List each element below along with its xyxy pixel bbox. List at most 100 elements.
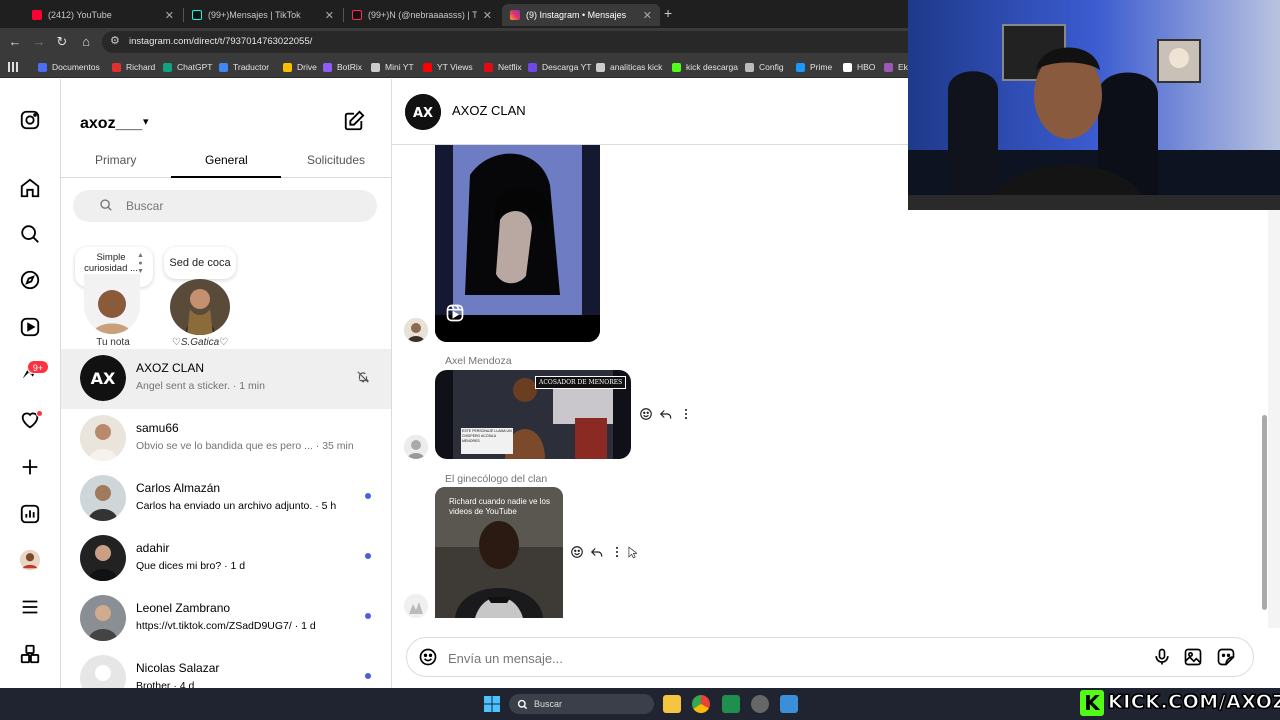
dashboard-icon[interactable] — [19, 503, 41, 525]
reels-icon — [446, 304, 464, 322]
thread-name: samu66 — [136, 421, 179, 435]
sender-avatar[interactable] — [404, 318, 428, 342]
thread-leonel-zambrano[interactable]: Leonel Zambrano https://vt.tiktok.com/ZS… — [61, 589, 391, 649]
thread-nicolas-salazar[interactable]: Nicolas Salazar Brother · 4 d — [61, 649, 391, 688]
more-options-icon[interactable] — [679, 407, 693, 421]
bookmark-item[interactable]: Netflix — [484, 60, 522, 74]
bookmark-item[interactable]: Descarga YT — [528, 60, 591, 74]
search-icon — [517, 699, 528, 710]
windows-start-icon[interactable] — [484, 696, 500, 712]
bookmark-item[interactable]: BotRix — [323, 60, 362, 74]
reels-icon[interactable] — [19, 316, 41, 338]
app-icon[interactable] — [780, 695, 798, 713]
search-icon[interactable] — [19, 223, 41, 245]
bookmark-label: Mini YT — [385, 62, 414, 72]
file-explorer-icon[interactable] — [663, 695, 681, 713]
note-bubble-gatica[interactable]: Sed de coca — [164, 247, 236, 279]
thread-name: adahir — [136, 541, 170, 555]
search-box[interactable] — [73, 190, 377, 222]
tab-general[interactable]: General — [205, 153, 248, 167]
search-input[interactable] — [126, 197, 346, 215]
chat-title[interactable]: AXOZ CLAN — [452, 103, 526, 118]
image-message[interactable]: ACOSADOR DE MENORES ESTE PERSONAJE LLAMA… — [435, 370, 631, 459]
apps-icon[interactable] — [8, 60, 18, 74]
thread-adahir[interactable]: adahir Que dices mi bro? · 1 d — [61, 529, 391, 589]
profile-avatar-icon[interactable] — [19, 549, 41, 571]
bookmark-item[interactable]: ChatGPT — [163, 60, 212, 74]
sender-avatar[interactable] — [404, 435, 428, 459]
home-icon[interactable]: ⌂ — [76, 32, 96, 52]
menu-icon[interactable] — [19, 596, 41, 618]
image-message[interactable]: Richard cuando nadie ve los videos de Yo… — [435, 487, 563, 618]
own-avatar[interactable] — [84, 274, 140, 334]
explore-icon[interactable] — [19, 269, 41, 291]
sender-name: El ginecólogo del clan — [445, 473, 548, 485]
new-tab-icon[interactable]: + — [664, 5, 672, 21]
back-icon[interactable]: ← — [5, 32, 25, 52]
close-icon[interactable]: ✕ — [165, 9, 174, 22]
reel-message[interactable] — [435, 145, 600, 342]
instagram-logo-icon[interactable] — [19, 109, 41, 131]
bookmark-favicon-icon — [112, 62, 121, 72]
create-icon[interactable] — [19, 456, 41, 478]
emoji-icon[interactable] — [418, 647, 438, 667]
chat-avatar[interactable]: AX — [405, 94, 441, 130]
sticker-icon[interactable] — [1216, 647, 1236, 667]
threads-apps-icon[interactable] — [19, 643, 41, 665]
chevron-down-icon[interactable]: ▾ — [143, 115, 149, 128]
bookmark-item[interactable]: kick descarga — [672, 60, 738, 74]
thread-carlos-almazan[interactable]: Carlos Almazán Carlos ha enviado un arch… — [61, 469, 391, 529]
gatica-avatar[interactable] — [170, 279, 230, 335]
home-icon[interactable] — [19, 177, 41, 199]
chrome-icon[interactable] — [692, 695, 710, 713]
tab-tiktok-profile[interactable]: (99+)N (@nebraaaasss) | TikTok ✕ — [344, 4, 500, 26]
more-options-icon[interactable] — [610, 545, 624, 559]
bookmark-item[interactable]: YT Views — [423, 60, 473, 74]
app-icon[interactable] — [751, 695, 769, 713]
url-text[interactable]: instagram.com/direct/t/7937014763022055/ — [129, 36, 312, 47]
bookmark-item[interactable]: HBO — [843, 60, 875, 74]
sender-avatar[interactable] — [404, 594, 428, 618]
react-emoji-icon[interactable] — [639, 407, 653, 421]
chat-scrollbar-thumb[interactable] — [1262, 415, 1267, 610]
reply-icon[interactable] — [659, 407, 673, 421]
bookmark-label: kick descarga — [686, 62, 738, 72]
tab-primary[interactable]: Primary — [95, 153, 136, 167]
microphone-icon[interactable] — [1152, 647, 1172, 667]
close-icon[interactable]: ✕ — [325, 9, 334, 22]
account-username[interactable]: axoz___ — [80, 115, 142, 133]
site-info-icon[interactable]: ⚙ — [110, 34, 120, 47]
tab-tiktok-messages[interactable]: (99+)Mensajes | TikTok ✕ — [184, 4, 342, 26]
message-input[interactable] — [448, 648, 1088, 668]
image-upload-icon[interactable] — [1183, 647, 1203, 667]
close-icon[interactable]: ✕ — [643, 9, 652, 22]
compose-icon[interactable] — [343, 110, 365, 132]
bookmark-item[interactable]: Config — [745, 60, 784, 74]
reply-icon[interactable] — [590, 545, 604, 559]
taskbar-search[interactable]: Buscar — [509, 694, 654, 714]
bookmark-label: ChatGPT — [177, 62, 213, 72]
chat-scrollbar[interactable] — [1268, 210, 1280, 628]
thread-samu66[interactable]: samu66 Obvio se ve lo bandida que es per… — [61, 409, 391, 469]
bookmark-item[interactable]: Richard — [112, 60, 155, 74]
bookmark-item[interactable]: analiticas kick — [596, 60, 662, 74]
reload-icon[interactable]: ↻ — [52, 32, 72, 52]
bookmark-item[interactable]: Traductor — [219, 60, 269, 74]
bookmark-item[interactable]: Drive — [283, 60, 317, 74]
svg-text:AX: AX — [413, 106, 433, 121]
thread-axoz-clan[interactable]: AX AXOZ CLAN Angel sent a sticker. · 1 m… — [61, 349, 391, 409]
tab-instagram[interactable]: (9) Instagram • Mensajes ✕ — [502, 4, 660, 26]
gatica-label: ♡S.Gatica♡ — [171, 337, 229, 348]
forward-icon[interactable]: → — [29, 32, 49, 52]
bookmark-item[interactable]: Prime — [796, 60, 832, 74]
close-icon[interactable]: ✕ — [483, 9, 492, 22]
bookmark-favicon-icon — [423, 62, 432, 72]
app-icon[interactable] — [722, 695, 740, 713]
tab-youtube[interactable]: (2412) YouTube ✕ — [24, 4, 182, 26]
bookmark-item[interactable]: Documentos — [38, 60, 100, 74]
tab-requests[interactable]: Solicitudes — [307, 153, 365, 167]
bookmark-item[interactable]: Mini YT — [371, 60, 414, 74]
react-emoji-icon[interactable] — [570, 545, 584, 559]
bookmark-item[interactable]: Ek — [884, 60, 908, 74]
bookmark-favicon-icon — [323, 62, 332, 72]
